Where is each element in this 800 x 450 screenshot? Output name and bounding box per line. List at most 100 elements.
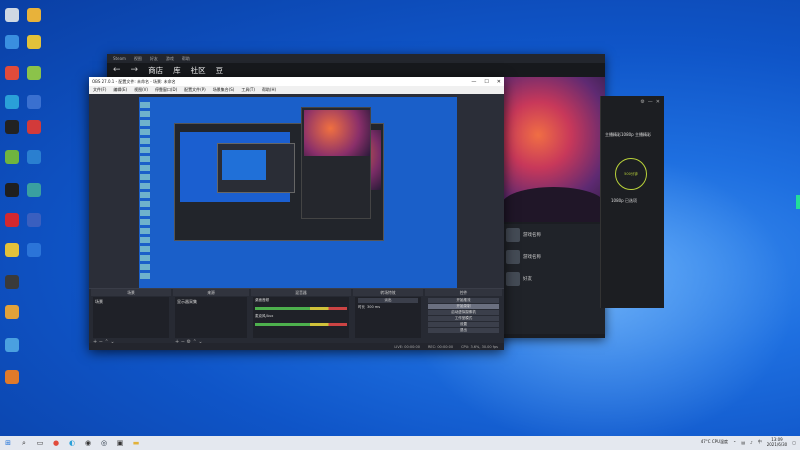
- list-item[interactable]: 好友: [502, 268, 605, 290]
- task-view-icon[interactable]: ▭: [34, 437, 46, 449]
- volume-meter[interactable]: [255, 323, 347, 326]
- dock-header: 混音器: [251, 289, 351, 296]
- menu-item[interactable]: 工具(T): [241, 87, 255, 93]
- nav-library[interactable]: 库: [173, 65, 181, 76]
- menu-item[interactable]: 编辑(E): [113, 87, 127, 93]
- desktop-app-icon-2[interactable]: [0, 35, 24, 65]
- track-label: 麦克风/Aux: [255, 314, 274, 318]
- netease-music-icon[interactable]: [0, 213, 24, 243]
- menu-item[interactable]: 帮助: [182, 56, 190, 62]
- preview-window: [217, 143, 295, 193]
- desktop-app-icon-12[interactable]: [0, 275, 24, 305]
- volume-meter[interactable]: [255, 307, 347, 310]
- desktop-app-icon-10[interactable]: [0, 243, 24, 273]
- side-panel-window[interactable]: ⚙ — ✕ 主播精彩1080p 主播精彩 500分钟 1080p 已选项: [600, 96, 664, 308]
- settings-icon[interactable]: ⚙: [640, 99, 644, 105]
- nav-site[interactable]: 豆: [216, 65, 224, 76]
- windows-start-icon[interactable]: ⊞: [2, 437, 14, 449]
- explorer-taskbar-icon[interactable]: ▬: [130, 437, 142, 449]
- forward-arrow-icon[interactable]: →: [131, 65, 139, 75]
- menu-item[interactable]: 视图: [134, 56, 142, 62]
- desktop-app-icon-14[interactable]: [0, 338, 24, 368]
- nvidia-icon[interactable]: [0, 150, 24, 180]
- mixer-panel: 桌面音频 麦克风/Aux: [253, 297, 349, 338]
- tray-arrow-icon[interactable]: ⌃: [733, 440, 736, 445]
- desktop-app-icon-11[interactable]: [22, 243, 46, 273]
- menu-item[interactable]: 好友: [150, 56, 158, 62]
- back-arrow-icon[interactable]: ←: [113, 65, 121, 75]
- maximize-button[interactable]: ☐: [484, 79, 488, 85]
- game-client-titlebar[interactable]: Steam 视图 好友 游戏 帮助: [107, 54, 605, 63]
- menu-item[interactable]: 视图(V): [134, 87, 148, 93]
- source-item[interactable]: 显示器采集: [175, 297, 247, 307]
- obs-menubar: 文件(F) 编辑(E) 视图(V) 停靠窗口(D) 配置文件(P) 场景集合(S) 工具(T…: [89, 86, 504, 94]
- desktop-app-icon-14-glyph-icon: [5, 338, 19, 352]
- recycle-bin-icon[interactable]: [0, 8, 24, 38]
- scene-item[interactable]: 场景: [93, 297, 169, 307]
- control-button[interactable]: 开始推流: [428, 298, 499, 303]
- minimize-icon[interactable]: —: [648, 99, 653, 105]
- control-button[interactable]: 退出: [428, 328, 499, 333]
- game-client-taskbar-icon[interactable]: ▣: [114, 437, 126, 449]
- source-list[interactable]: 显示器采集: [175, 297, 247, 338]
- obs-icon[interactable]: [0, 120, 24, 150]
- desktop-app-icon-7[interactable]: [22, 150, 46, 180]
- edge-taskbar-icon[interactable]: ◐: [66, 437, 78, 449]
- desktop-app-icon-9[interactable]: [22, 213, 46, 243]
- control-button[interactable]: 开始录制: [428, 304, 499, 309]
- duration-input[interactable]: 300 ms: [367, 305, 380, 310]
- desktop-app-icon-15[interactable]: [0, 370, 24, 400]
- chrome-icon[interactable]: [0, 66, 24, 96]
- control-button[interactable]: 启动虚拟摄像机: [428, 310, 499, 315]
- transition-select[interactable]: 淡出: [358, 298, 418, 303]
- control-button[interactable]: 设置: [428, 322, 499, 327]
- cpu-usage: CPU: 3.6%, 30.00 fps: [461, 344, 498, 349]
- obs-preview[interactable]: [139, 97, 457, 295]
- menu-item[interactable]: 游戏: [166, 56, 174, 62]
- obs-window[interactable]: OBS 27.0.1 - 配置文件: 未命名 - 场景: 未命名 — ☐ ✕ 文…: [89, 77, 504, 350]
- menu-item[interactable]: 场景集合(S): [213, 87, 235, 93]
- progress-circle[interactable]: 500分钟: [615, 158, 647, 190]
- desktop-app-icon-4[interactable]: [22, 66, 46, 96]
- close-button[interactable]: ✕: [497, 79, 501, 85]
- steam-taskbar-icon[interactable]: ◎: [98, 437, 110, 449]
- volume-icon[interactable]: ♪: [750, 440, 753, 445]
- taskbar: ⊞ ⌕ ▭ ● ◐ ◉ ◎ ▣ ▬ 47°C CPU温度 ⌃ ▤ ♪ 中 13:…: [0, 436, 800, 450]
- obs-glyph-icon: [5, 120, 19, 134]
- search-icon[interactable]: ⌕: [18, 437, 30, 449]
- menu-item[interactable]: Steam: [113, 56, 126, 61]
- obs-statusbar: LIVE: 00:00:00 REC: 00:00:00 CPU: 3.6%, …: [89, 343, 504, 350]
- desktop-app-icon-6[interactable]: [22, 120, 46, 150]
- clock[interactable]: 13:09 2021/6/30: [767, 437, 788, 447]
- scene-list[interactable]: 场景: [93, 297, 169, 338]
- list-item[interactable]: 游戏名称: [502, 246, 605, 268]
- qq-icon[interactable]: [0, 183, 24, 213]
- ime-icon[interactable]: 中: [758, 439, 762, 445]
- desktop-app-icon-8[interactable]: [22, 183, 46, 213]
- obs-titlebar[interactable]: OBS 27.0.1 - 配置文件: 未命名 - 场景: 未命名 — ☐ ✕: [89, 77, 504, 86]
- desktop-app-icon-13-glyph-icon: [5, 305, 19, 319]
- chrome-taskbar-icon[interactable]: ●: [50, 437, 62, 449]
- menu-item[interactable]: 停靠窗口(D): [155, 87, 177, 93]
- minimize-button[interactable]: —: [471, 79, 476, 85]
- cpu-temp[interactable]: 47°C CPU温度: [701, 439, 728, 445]
- scenes-dock: 场景 场景 + − ⌃ ⌄: [91, 289, 171, 345]
- nav-community[interactable]: 社区: [191, 65, 206, 76]
- menu-item[interactable]: 帮助(H): [262, 87, 276, 93]
- nav-store[interactable]: 商店: [148, 65, 163, 76]
- notification-icon[interactable]: ▢: [792, 440, 796, 445]
- close-icon[interactable]: ✕: [656, 99, 660, 105]
- list-item[interactable]: 游戏名称: [502, 224, 605, 246]
- control-button[interactable]: 工作室模式: [428, 316, 499, 321]
- desktop-app-icon-7-glyph-icon: [27, 150, 41, 164]
- track-label: 桌面音频: [255, 298, 269, 302]
- network-icon[interactable]: ▤: [741, 440, 745, 445]
- menu-item[interactable]: 文件(F): [93, 87, 106, 93]
- obs-taskbar-icon[interactable]: ◉: [82, 437, 94, 449]
- menu-item[interactable]: 配置文件(P): [184, 87, 206, 93]
- desktop-app-icon-3[interactable]: [22, 35, 46, 65]
- desktop-app-icon-1[interactable]: [22, 8, 46, 38]
- edge-glyph-icon: [5, 95, 19, 109]
- desktop-app-icon-13[interactable]: [0, 305, 24, 335]
- side-panel-subtext: 1080p 已选项: [611, 198, 637, 203]
